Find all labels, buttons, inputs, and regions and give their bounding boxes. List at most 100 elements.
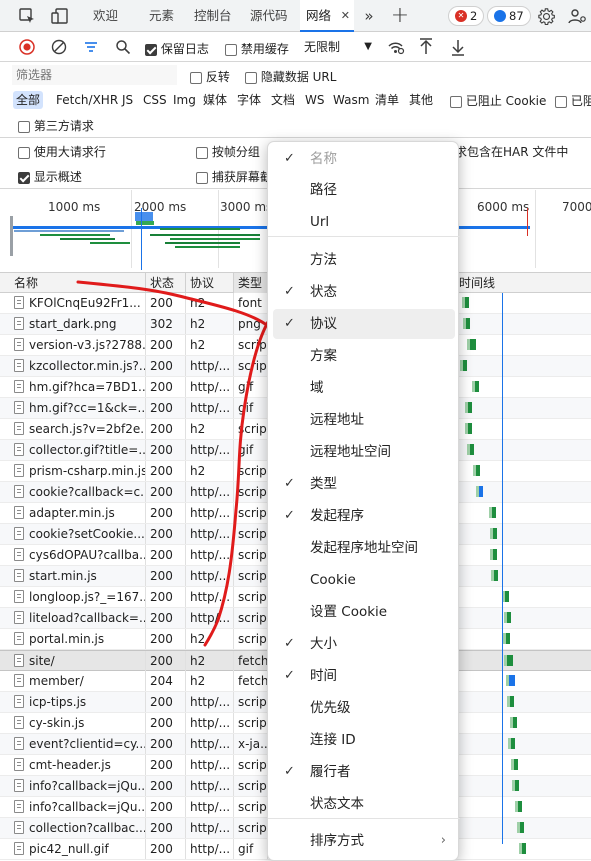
menu-item[interactable]: ✓ 时间 [268,661,460,691]
menu-item[interactable]: 远程地址 [268,405,460,435]
disable-cache-checkbox[interactable] [225,43,237,56]
cell-type: script [234,818,268,838]
capture-screenshots-toggle[interactable]: 捕获屏幕截 [196,168,272,185]
menu-item[interactable]: 方法 [268,245,460,275]
request-name: info?callback=jQu... [29,800,146,814]
type-filter-font[interactable]: 字体 [234,91,264,109]
menu-item-label: 状态文本 [310,796,364,812]
menu-item-label: 排序方式 [310,833,364,849]
show-overview-toggle[interactable]: 显示概述 [18,168,82,185]
preserve-log-toggle[interactable]: 保留日志 [145,40,209,57]
request-name: hm.gif?hca=7BD1... [29,380,146,394]
gear-icon[interactable] [536,6,556,26]
type-filter-all[interactable]: 全部 [13,91,44,109]
preserve-log-checkbox[interactable] [145,43,157,56]
hide-data-url-toggle[interactable]: 隐藏数据 URL [245,68,336,85]
error-count-badge[interactable]: ✕ 2 [448,6,485,26]
tab-network[interactable]: 网络 ✕ [300,0,354,32]
type-filter-img[interactable]: Img [170,91,199,109]
tab-sources[interactable]: 源代码 [250,0,288,32]
waterfall-bar [493,528,498,539]
type-filter-ws[interactable]: WS [302,91,327,109]
record-icon[interactable] [19,39,35,55]
throttle-select[interactable]: 无限制 ▼ [300,36,375,58]
big-rows-checkbox[interactable] [18,146,30,159]
blocked-cookies-toggle[interactable]: 已阻止 Cookie [450,92,546,109]
message-count-badge[interactable]: 87 [487,6,531,26]
type-filter-media[interactable]: 媒体 [200,91,230,109]
close-tab-icon[interactable]: ✕ [341,0,350,32]
filter-input[interactable] [12,65,177,85]
capture-screenshots-checkbox[interactable] [196,171,208,184]
menu-item[interactable]: ✓ 协议 [273,309,455,339]
cell-protocol: http/... [186,587,234,607]
menu-item[interactable]: ✓ 发起程序 [268,501,460,531]
menu-item[interactable]: 设置 Cookie [268,597,460,627]
menu-item[interactable]: 优先级 [268,693,460,723]
type-filter-js[interactable]: JS [119,91,136,109]
cell-protocol: http/... [186,734,234,754]
menu-item[interactable]: 路径 [268,175,460,205]
blocked-requests-checkbox[interactable] [555,95,567,108]
third-party-checkbox[interactable] [18,120,30,133]
menu-item[interactable]: 连接 ID [268,725,460,755]
column-header-waterfall[interactable]: 时间线 [455,273,591,293]
disable-cache-toggle[interactable]: 禁用缓存 [225,40,289,57]
big-rows-toggle[interactable]: 使用大请求行 [18,143,106,160]
invert-toggle[interactable]: 反转 [190,68,230,85]
waterfall-bar [468,423,473,434]
invert-checkbox[interactable] [190,71,202,84]
menu-item[interactable]: ✓ 状态 [268,277,460,307]
cell-protocol: http/... [186,713,234,733]
menu-item[interactable]: ✓ 类型 [268,469,460,499]
menu-item[interactable]: 域 [268,373,460,403]
group-by-frame-toggle[interactable]: 按帧分组 [196,143,260,160]
inspect-element-icon[interactable] [16,6,38,26]
tab-elements[interactable]: 元素 [149,0,174,32]
show-overview-checkbox[interactable] [18,171,30,184]
tab-welcome[interactable]: 欢迎 [93,0,118,32]
menu-item[interactable]: 发起程序地址空间 [268,533,460,563]
cell-name: hm.gif?cc=1&ck=... [10,398,146,418]
cell-protocol: h2 [186,419,234,439]
menu-item[interactable]: 方案 [268,341,460,371]
menu-item[interactable]: 远程地址空间 [268,437,460,467]
type-filter-wasm[interactable]: Wasm [330,91,372,109]
hide-data-url-checkbox[interactable] [245,71,257,84]
menu-item-label: 远程地址空间 [310,444,391,460]
device-toolbar-icon[interactable] [49,6,71,26]
type-filter-doc[interactable]: 文档 [268,91,298,109]
column-header-status[interactable]: 状态 [146,273,186,293]
upload-icon[interactable] [418,38,434,56]
menu-item[interactable]: Url [268,207,460,237]
column-header-protocol[interactable]: 协议 [186,273,234,293]
more-tabs-icon[interactable]: » [360,6,378,26]
column-header-name[interactable]: 名称 [10,273,146,293]
column-header-type[interactable]: 类型 [234,273,268,293]
type-filter-other[interactable]: 其他 [406,91,436,109]
third-party-toggle[interactable]: 第三方请求 [18,117,94,134]
menu-item[interactable]: 状态文本 [268,789,460,819]
search-icon[interactable] [115,39,131,55]
menu-item[interactable]: Cookie [268,565,460,595]
type-filter-css[interactable]: CSS [140,91,170,109]
menu-item[interactable]: ✓ 大小 [268,629,460,659]
blocked-requests-toggle[interactable]: 已阻 [555,92,591,109]
customize-devtools-icon[interactable] [566,6,588,26]
blocked-cookies-checkbox[interactable] [450,95,462,108]
file-icon [14,527,24,540]
add-tab-icon[interactable]: + [390,3,410,28]
cell-status: 200 [146,629,186,649]
menu-item[interactable]: ✓ 履行者 [268,757,460,787]
type-filter-fetch-xhr[interactable]: Fetch/XHR [53,91,121,109]
network-conditions-icon[interactable] [387,39,405,55]
tab-console[interactable]: 控制台 [194,0,232,32]
group-by-frame-checkbox[interactable] [196,146,208,159]
clear-icon[interactable] [51,39,67,55]
request-name: icp-tips.js [29,695,87,709]
filter-icon[interactable] [83,39,99,55]
menu-item[interactable]: 排序方式 › [268,826,460,856]
cell-status: 302 [146,314,186,334]
download-icon[interactable] [450,38,466,56]
type-filter-manifest[interactable]: 清单 [372,91,402,109]
